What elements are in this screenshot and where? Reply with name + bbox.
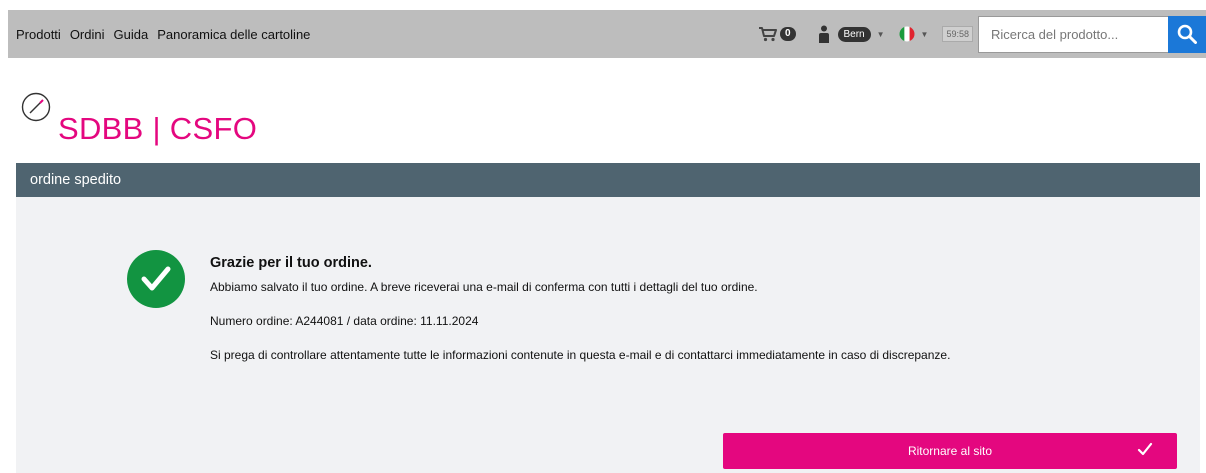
session-timer: 59:58 <box>942 26 973 42</box>
nav-link-prodotti[interactable]: Prodotti <box>16 27 61 42</box>
logo-wordmark: SDBB | CSFO <box>58 111 258 146</box>
top-navigation-bar: Prodotti Ordini Guida Panoramica delle c… <box>8 10 1206 58</box>
confirmation-text: Abbiamo salvato il tuo ordine. A breve r… <box>210 280 758 294</box>
confirmation-heading: Grazie per il tuo ordine. <box>210 255 372 271</box>
return-to-site-button[interactable]: Ritornare al sito <box>723 433 1177 469</box>
order-number: Numero ordine: A244081 / data ordine: 11… <box>210 314 479 328</box>
user-icon <box>818 25 829 43</box>
product-search <box>978 15 1206 53</box>
checkmark-icon <box>1137 442 1153 456</box>
cart-count-badge: 0 <box>779 27 796 41</box>
main-menu: Prodotti Ordini Guida Panoramica delle c… <box>8 27 319 42</box>
search-input[interactable] <box>978 15 1168 53</box>
cart-button[interactable]: 0 <box>758 26 796 42</box>
italian-flag-icon <box>899 26 915 42</box>
nav-link-ordini[interactable]: Ordini <box>70 27 105 42</box>
language-selector[interactable]: ▼ <box>899 26 929 42</box>
compass-icon <box>21 92 51 122</box>
order-confirmation-panel: Grazie per il tuo ordine. Abbiamo salvat… <box>16 197 1200 473</box>
check-notice: Si prega di controllare attentamente tut… <box>210 348 951 362</box>
shopping-cart-icon <box>758 27 777 42</box>
return-button-label: Ritornare al sito <box>907 444 993 458</box>
search-button[interactable] <box>1168 15 1206 53</box>
success-check-icon <box>127 250 185 308</box>
user-menu[interactable]: Bern ▼ <box>818 25 885 43</box>
chevron-down-icon: ▼ <box>920 29 929 39</box>
nav-link-panoramica-cartoline[interactable]: Panoramica delle cartoline <box>157 27 310 42</box>
nav-link-guida[interactable]: Guida <box>114 27 149 42</box>
chevron-down-icon: ▼ <box>876 29 885 39</box>
search-icon <box>1177 24 1197 44</box>
toolbar: 0 Bern ▼ ▼ 59:58 <box>758 10 1206 58</box>
location-badge: Bern <box>837 26 871 42</box>
panel-title: ordine spedito <box>16 163 1200 197</box>
confirmation-message: Grazie per il tuo ordine. Abbiamo salvat… <box>210 255 1110 362</box>
